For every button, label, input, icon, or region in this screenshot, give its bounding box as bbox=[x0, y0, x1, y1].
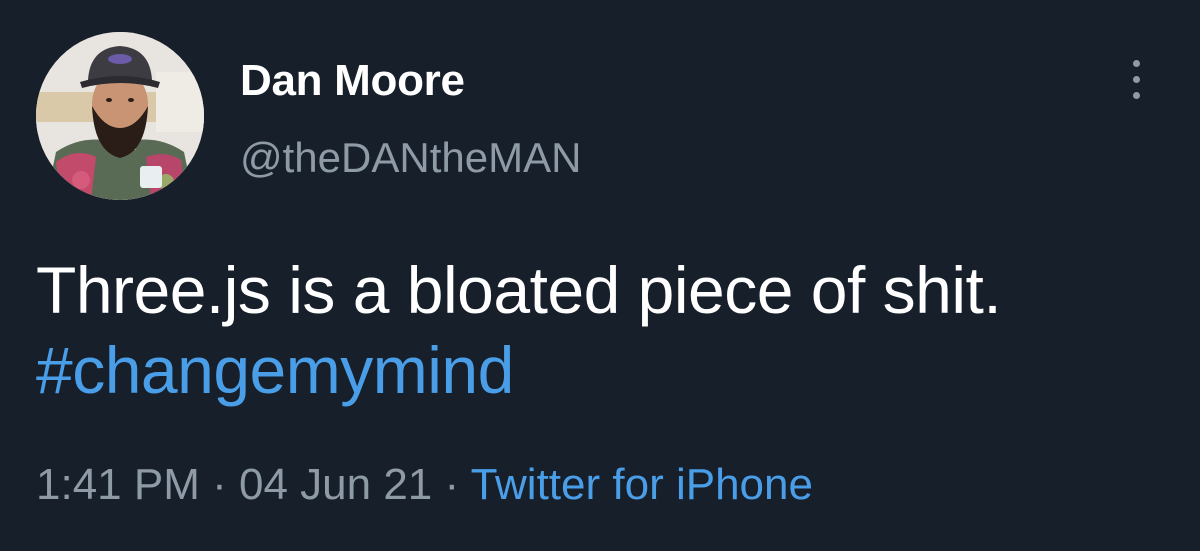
more-vertical-icon-dot bbox=[1133, 76, 1140, 83]
hashtag-link[interactable]: #changemymind bbox=[36, 333, 514, 407]
meta-separator: · bbox=[199, 460, 239, 509]
tweet-card: Dan Moore @theDANtheMAN Three.js is a bl… bbox=[0, 0, 1200, 551]
meta-separator: · bbox=[432, 460, 471, 509]
author-handle[interactable]: @theDANtheMAN bbox=[240, 134, 581, 182]
author-avatar[interactable] bbox=[36, 32, 204, 200]
tweet-body-text: Three.js is a bloated piece of shit. bbox=[36, 253, 1002, 327]
tweet-source-link[interactable]: Twitter for iPhone bbox=[471, 460, 813, 509]
more-vertical-icon-dot bbox=[1133, 92, 1140, 99]
tweet-date[interactable]: 04 Jun 21 bbox=[239, 460, 432, 509]
author-display-name[interactable]: Dan Moore bbox=[240, 56, 465, 106]
tweet-time[interactable]: 1:41 PM bbox=[36, 460, 200, 509]
more-vertical-icon bbox=[1133, 60, 1140, 67]
tweet-text: Three.js is a bloated piece of shit. #ch… bbox=[36, 250, 1156, 410]
avatar-photo-icon bbox=[36, 32, 204, 200]
tweet-metadata: 1:41 PM · 04 Jun 21 · Twitter for iPhone bbox=[36, 460, 813, 510]
more-options-button[interactable] bbox=[1118, 54, 1154, 106]
